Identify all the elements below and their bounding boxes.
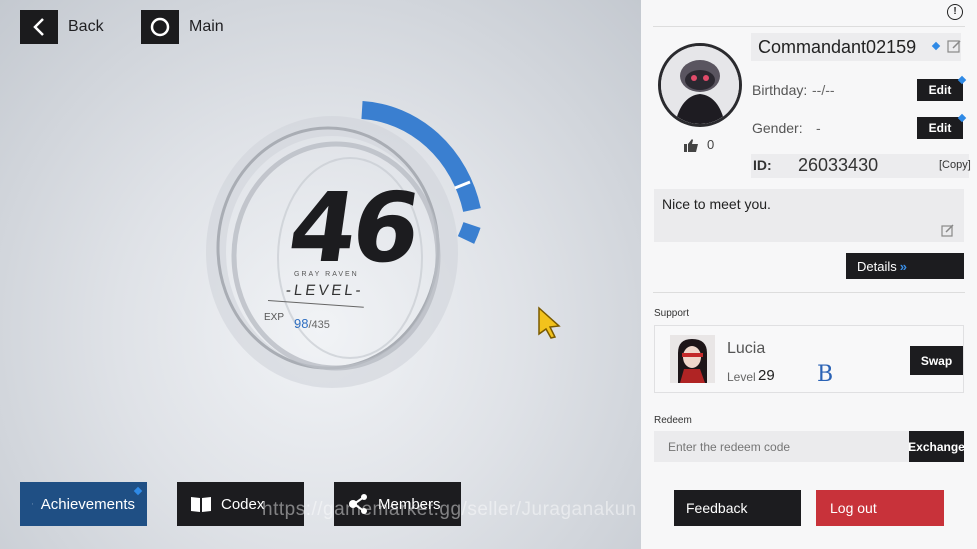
- exp-value: 98/435: [294, 316, 330, 331]
- level-number: 46: [282, 172, 424, 284]
- redeem-section-label: Redeem: [654, 415, 692, 426]
- feedback-button[interactable]: Feedback: [674, 490, 801, 526]
- book-icon: [191, 497, 211, 512]
- gender-label: Gender:: [752, 120, 803, 136]
- thumbs-up-icon: [684, 138, 698, 152]
- swap-button[interactable]: Swap: [910, 346, 963, 375]
- logout-button[interactable]: Log out: [816, 490, 944, 526]
- achievements-icon: [32, 503, 33, 505]
- avatar-image: [661, 46, 739, 124]
- back-label: Back: [68, 18, 104, 35]
- notification-badge: [957, 75, 967, 85]
- bio-text: Nice to meet you.: [662, 196, 771, 212]
- birthday-value: --/--: [812, 82, 835, 98]
- details-label: Details: [857, 258, 897, 274]
- edit-name-icon[interactable]: [947, 39, 962, 54]
- cursor-icon: [538, 306, 561, 339]
- support-portrait: [670, 335, 715, 383]
- edit-bio-icon[interactable]: [941, 224, 954, 237]
- edit-birthday-button[interactable]: Edit: [917, 75, 967, 101]
- exchange-label: Exchange: [908, 439, 965, 454]
- achievements-button[interactable]: Achievements: [20, 482, 147, 526]
- level-faction: GRAY RAVEN: [294, 271, 359, 278]
- edit-label: Edit: [928, 83, 952, 97]
- exp-label: EXP: [264, 312, 285, 323]
- support-name: Lucia: [727, 340, 766, 357]
- watermark-text: https://gamemarket.gg/seller/Juraganakun: [262, 499, 637, 520]
- name-field: Commandant02159: [751, 33, 961, 61]
- codex-label: Codex: [221, 495, 265, 513]
- notification-badge: [133, 486, 143, 496]
- main-label: Main: [189, 18, 224, 35]
- support-card[interactable]: Lucia Level 29 B Swap: [654, 325, 964, 393]
- likes-count: 0: [707, 137, 715, 152]
- profile-panel: ! 0 Commandant02159 Birthday: --/-- Edit…: [641, 0, 977, 549]
- support-section-label: Support: [654, 308, 690, 319]
- redeem-code-input[interactable]: [654, 431, 906, 462]
- bio-box[interactable]: Nice to meet you.: [654, 189, 964, 242]
- logout-label: Log out: [830, 500, 877, 516]
- notification-badge: [931, 41, 941, 51]
- details-button[interactable]: Details »: [846, 253, 964, 279]
- notification-badge: [957, 113, 967, 123]
- support-rank: B: [817, 362, 834, 387]
- support-level-label: Level: [727, 370, 756, 384]
- chevron-left-icon: [20, 10, 58, 44]
- edit-label: Edit: [928, 121, 952, 135]
- achievements-label: Achievements: [40, 495, 135, 513]
- home-circle-icon: [141, 10, 179, 44]
- info-icon[interactable]: !: [947, 4, 963, 20]
- id-label: ID:: [753, 157, 772, 173]
- exchange-button[interactable]: Exchange: [908, 431, 965, 462]
- edit-gender-button[interactable]: Edit: [917, 113, 967, 139]
- likes[interactable]: 0: [683, 137, 714, 152]
- exp-current: 98: [294, 316, 309, 331]
- exp-max: /435: [308, 319, 330, 331]
- id-value: 26033430: [798, 155, 879, 175]
- copy-id-button[interactable]: [Copy]: [939, 159, 971, 171]
- divider: [653, 26, 965, 27]
- feedback-label: Feedback: [686, 500, 748, 516]
- redeem-field: Exchange: [654, 431, 965, 462]
- avatar[interactable]: [658, 43, 742, 127]
- double-chevron-right-icon: »: [899, 258, 907, 274]
- id-field: ID: 26033430 [Copy]: [751, 154, 971, 178]
- divider: [653, 292, 965, 293]
- gender-value: -: [816, 120, 821, 136]
- birthday-label: Birthday:: [752, 82, 808, 98]
- lucia-portrait-image: [670, 335, 715, 383]
- level-panel: Back Main 46 GRAY RAVEN -LEVEL- EXP 98/4…: [0, 0, 641, 549]
- main-button[interactable]: Main: [141, 10, 224, 44]
- support-level-value: 29: [758, 367, 775, 384]
- level-word: -LEVEL-: [284, 282, 365, 299]
- swap-label: Swap: [920, 353, 953, 368]
- commandant-name: Commandant02159: [758, 36, 917, 57]
- back-button[interactable]: Back: [20, 10, 104, 44]
